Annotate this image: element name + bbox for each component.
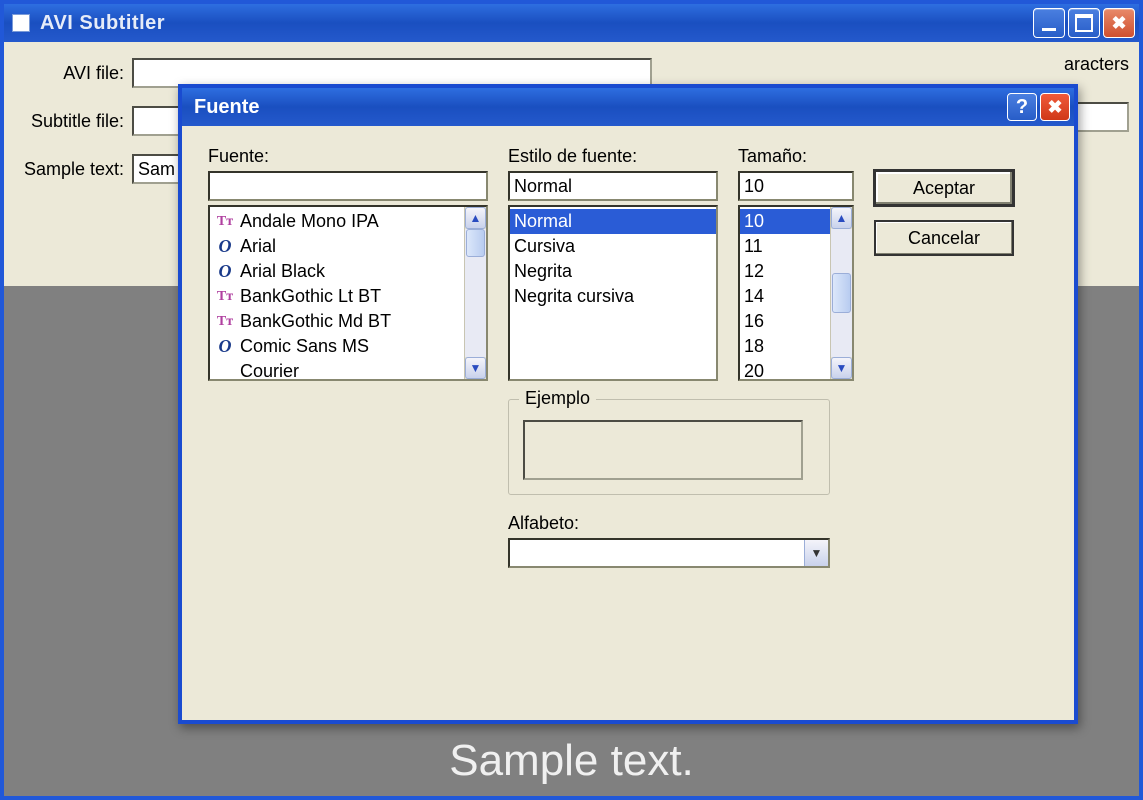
size-list-item[interactable]: 16 — [740, 309, 830, 334]
subtitle-file-label: Subtitle file: — [16, 111, 132, 132]
preview-sample-text: Sample text. — [8, 736, 1135, 786]
scroll-down-icon[interactable]: ▼ — [465, 357, 486, 379]
font-dialog-titlebar[interactable]: Fuente — [182, 88, 1074, 126]
help-button[interactable] — [1007, 93, 1037, 121]
style-list-item[interactable]: Negrita — [510, 259, 716, 284]
size-list-item[interactable]: 12 — [740, 259, 830, 284]
style-listbox[interactable]: NormalCursivaNegritaNegrita cursiva — [508, 205, 718, 381]
alphabet-combo[interactable]: ▼ — [508, 538, 830, 568]
app-icon — [12, 14, 30, 32]
size-list-item[interactable]: 10 — [740, 209, 830, 234]
font-name: BankGothic Lt BT — [240, 285, 381, 308]
scroll-down-icon[interactable]: ▼ — [831, 357, 852, 379]
partial-characters-label: aracters — [1064, 54, 1129, 75]
opentype-icon: O — [214, 260, 236, 283]
style-label: Estilo de fuente: — [508, 146, 718, 167]
example-legend: Ejemplo — [519, 388, 596, 409]
font-list-item[interactable]: OComic Sans MS — [210, 334, 464, 359]
font-name: Andale Mono IPA — [240, 210, 379, 233]
maximize-button[interactable] — [1068, 8, 1100, 38]
font-list-item[interactable]: OArial — [210, 234, 464, 259]
example-groupbox: Ejemplo — [508, 399, 830, 495]
main-title: AVI Subtitler — [40, 12, 1033, 35]
opentype-icon: O — [214, 235, 236, 258]
font-label: Fuente: — [208, 146, 488, 167]
font-list-item[interactable]: TᴛAndale Mono IPA — [210, 209, 464, 234]
alphabet-value — [510, 540, 804, 566]
font-list-item[interactable]: OArial Black — [210, 259, 464, 284]
style-input[interactable] — [508, 171, 718, 201]
size-list-item[interactable]: 14 — [740, 284, 830, 309]
font-list-item[interactable]: TᴛBankGothic Md BT — [210, 309, 464, 334]
alphabet-label: Alfabeto: — [508, 513, 830, 534]
ok-button[interactable]: Aceptar — [874, 170, 1014, 206]
dialog-close-button[interactable] — [1040, 93, 1070, 121]
font-name: BankGothic Md BT — [240, 310, 391, 333]
size-list-item[interactable]: 11 — [740, 234, 830, 259]
style-list-item[interactable]: Normal — [510, 209, 716, 234]
font-dialog-title: Fuente — [194, 96, 1004, 119]
main-titlebar[interactable]: AVI Subtitler — [4, 4, 1139, 42]
minimize-button[interactable] — [1033, 8, 1065, 38]
cancel-button[interactable]: Cancelar — [874, 220, 1014, 256]
font-name: Courier — [240, 360, 299, 381]
size-list-scrollbar[interactable]: ▲ ▼ — [830, 207, 852, 379]
style-list-item[interactable]: Negrita cursiva — [510, 284, 716, 309]
opentype-icon: O — [214, 335, 236, 358]
size-input[interactable] — [738, 171, 854, 201]
close-button[interactable] — [1103, 8, 1135, 38]
font-dialog: Fuente Fuente: TᴛAndale Mono IPAOArialOA… — [178, 84, 1078, 724]
scroll-up-icon[interactable]: ▲ — [465, 207, 486, 229]
font-name: Arial Black — [240, 260, 325, 283]
size-listbox[interactable]: 10111214161820 ▲ ▼ — [738, 205, 854, 381]
font-list-item[interactable]: TᴛBankGothic Lt BT — [210, 284, 464, 309]
avi-file-label: AVI file: — [16, 63, 132, 84]
size-label: Tamaño: — [738, 146, 854, 167]
size-list-item[interactable]: 20 — [740, 359, 830, 381]
font-listbox[interactable]: TᴛAndale Mono IPAOArialOArial BlackTᴛBan… — [208, 205, 488, 381]
sample-text-label: Sample text: — [16, 159, 132, 180]
font-list-item[interactable]: Courier — [210, 359, 464, 381]
chevron-down-icon[interactable]: ▼ — [804, 540, 828, 566]
truetype-icon: Tᴛ — [214, 310, 236, 333]
size-list-item[interactable]: 18 — [740, 334, 830, 359]
example-preview — [523, 420, 803, 480]
truetype-icon: Tᴛ — [214, 285, 236, 308]
font-list-scrollbar[interactable]: ▲ ▼ — [464, 207, 486, 379]
font-input[interactable] — [208, 171, 488, 201]
truetype-icon: Tᴛ — [214, 210, 236, 233]
font-name: Comic Sans MS — [240, 335, 369, 358]
style-list-item[interactable]: Cursiva — [510, 234, 716, 259]
font-name: Arial — [240, 235, 276, 258]
scroll-up-icon[interactable]: ▲ — [831, 207, 852, 229]
